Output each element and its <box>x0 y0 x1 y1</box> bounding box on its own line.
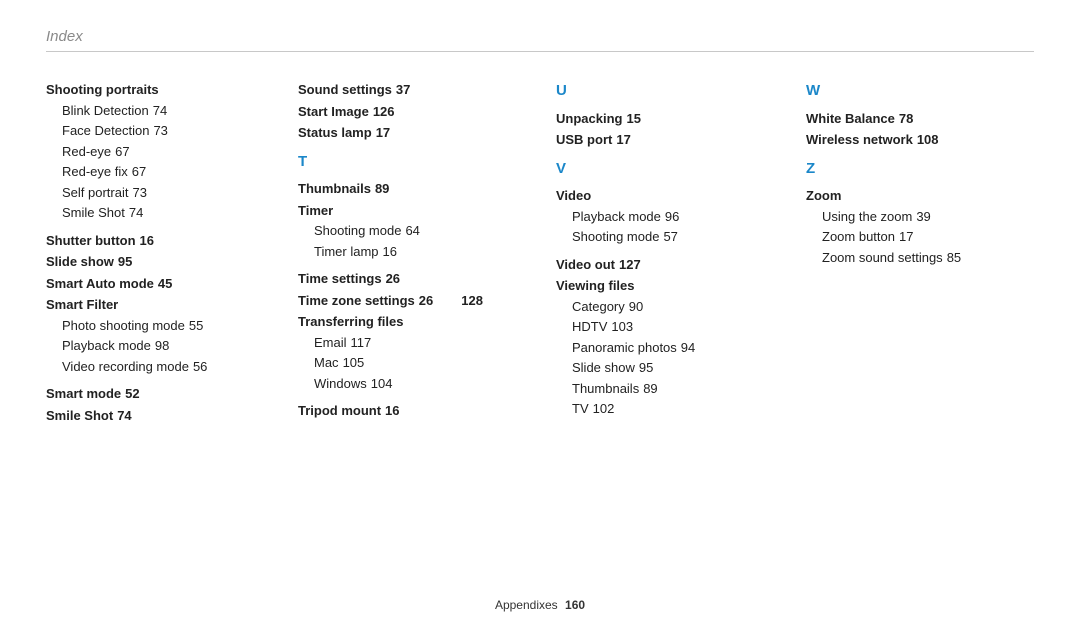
index-subentry[interactable]: Smile Shot74 <box>62 203 298 223</box>
index-subentry[interactable]: Using the zoom39 <box>822 207 1056 227</box>
index-entry[interactable]: Time settings26 <box>298 269 556 289</box>
index-entry[interactable]: Time zone settings26128 <box>298 291 556 311</box>
index-subentry[interactable]: TV102 <box>572 399 806 419</box>
index-subentry[interactable]: Playback mode98 <box>62 336 298 356</box>
column-3: U Unpacking15 USB port17 V Video Playbac… <box>556 80 806 425</box>
column-2: Sound settings37 Start Image126 Status l… <box>298 80 556 425</box>
index-entry[interactable]: Start Image126 <box>298 102 556 122</box>
index-entry[interactable]: Smart Auto mode45 <box>46 274 298 294</box>
index-subentry[interactable]: Face Detection73 <box>62 121 298 141</box>
index-subentry[interactable]: Category90 <box>572 297 806 317</box>
column-4: W White Balance78 Wireless network108 Z … <box>806 80 1056 425</box>
index-subentry[interactable]: HDTV103 <box>572 317 806 337</box>
index-entry[interactable]: Sound settings37 <box>298 80 556 100</box>
index-entry[interactable]: Slide show95 <box>46 252 298 272</box>
index-entry[interactable]: Smart mode52 <box>46 384 298 404</box>
footer-page-number: 160 <box>565 598 585 612</box>
index-subentry[interactable]: Photo shooting mode55 <box>62 316 298 336</box>
index-entry[interactable]: Status lamp17 <box>298 123 556 143</box>
index-subentry[interactable]: Mac105 <box>314 353 556 373</box>
index-subentry[interactable]: Timer lamp16 <box>314 242 556 262</box>
index-subentry[interactable]: Slide show95 <box>572 358 806 378</box>
index-subentry[interactable]: Panoramic photos94 <box>572 338 806 358</box>
index-entry[interactable]: White Balance78 <box>806 109 1056 129</box>
index-entry[interactable]: USB port17 <box>556 130 806 150</box>
index-entry[interactable]: Tripod mount16 <box>298 401 556 421</box>
index-entry[interactable]: Wireless network108 <box>806 130 1056 150</box>
index-entry[interactable]: Video <box>556 186 806 206</box>
index-letter-w: W <box>806 80 1056 103</box>
index-columns: Shooting portraits Blink Detection74 Fac… <box>46 80 1034 425</box>
index-subentry[interactable]: Playback mode96 <box>572 207 806 227</box>
index-subentry[interactable]: Video recording mode56 <box>62 357 298 377</box>
index-subentry[interactable]: Zoom sound settings85 <box>822 248 1056 268</box>
index-letter-z: Z <box>806 158 1056 181</box>
index-page: Index Shooting portraits Blink Detection… <box>0 0 1080 630</box>
index-subentry[interactable]: Windows104 <box>314 374 556 394</box>
index-entry[interactable]: Thumbnails89 <box>298 179 556 199</box>
index-subentry[interactable]: Shooting mode57 <box>572 227 806 247</box>
index-entry[interactable]: Zoom <box>806 186 1056 206</box>
index-subentry[interactable]: Thumbnails89 <box>572 379 806 399</box>
index-subentry[interactable]: Blink Detection74 <box>62 101 298 121</box>
header-divider <box>46 51 1034 52</box>
index-entry[interactable]: Viewing files <box>556 276 806 296</box>
index-entry[interactable]: Shooting portraits <box>46 80 298 100</box>
index-letter-t: T <box>298 151 556 174</box>
index-subentry[interactable]: Zoom button17 <box>822 227 1056 247</box>
footer-section: Appendixes <box>495 598 558 612</box>
column-1: Shooting portraits Blink Detection74 Fac… <box>46 80 298 425</box>
index-entry[interactable]: Shutter button16 <box>46 231 298 251</box>
index-subentry[interactable]: Red-eye67 <box>62 142 298 162</box>
index-entry[interactable]: Video out127 <box>556 255 806 275</box>
index-entry[interactable]: Smile Shot74 <box>46 406 298 426</box>
page-footer: Appendixes 160 <box>0 598 1080 612</box>
index-letter-u: U <box>556 80 806 103</box>
index-entry[interactable]: Transferring files <box>298 312 556 332</box>
index-entry[interactable]: Timer <box>298 201 556 221</box>
index-subentry[interactable]: Email117 <box>314 333 556 353</box>
index-subentry[interactable]: Red-eye fix67 <box>62 162 298 182</box>
index-entry[interactable]: Smart Filter <box>46 295 298 315</box>
page-title: Index <box>46 28 1034 51</box>
index-entry[interactable]: Unpacking15 <box>556 109 806 129</box>
index-subentry[interactable]: Shooting mode64 <box>314 221 556 241</box>
index-subentry[interactable]: Self portrait73 <box>62 183 298 203</box>
index-letter-v: V <box>556 158 806 181</box>
